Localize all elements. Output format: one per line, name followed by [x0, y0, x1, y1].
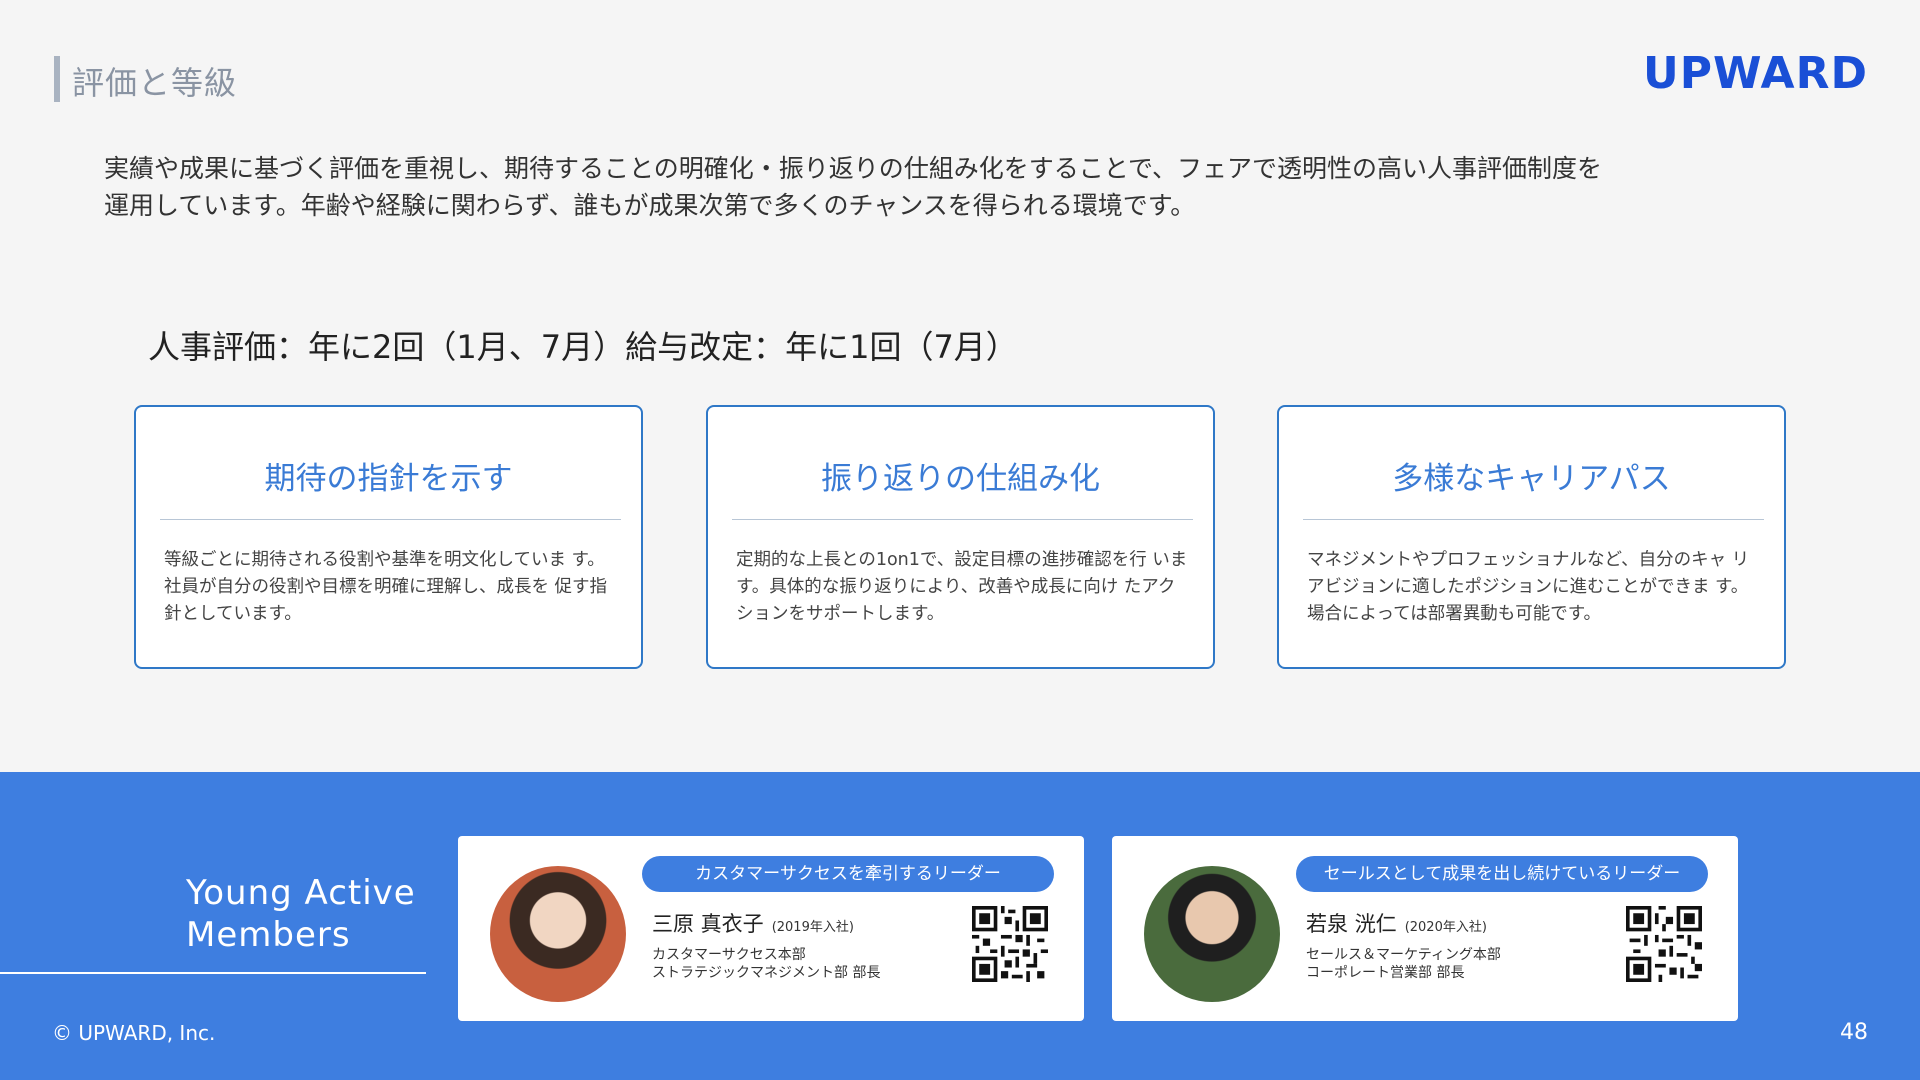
- members-title-line-2: Members: [186, 915, 351, 955]
- member-name: 三原 真衣子: [652, 912, 764, 936]
- member-name-row: 三原 真衣子 (2019年入社): [652, 908, 854, 938]
- member-joined: (2019年入社): [771, 920, 854, 935]
- card-text: マネジメントやプロフェッショナルなど、自分のキャ リアビジョンに適したポジション…: [1307, 550, 1750, 624]
- avatar: [1144, 866, 1280, 1002]
- card-title: 期待の指針を示す: [264, 461, 513, 497]
- card-expectations: 期待の指針を示す 等級ごとに期待される役割や基準を明文化していま す。社員が自分…: [134, 405, 643, 669]
- page-number: 48: [1840, 1020, 1868, 1045]
- copyright: © UPWARD, Inc.: [52, 1021, 216, 1045]
- intro-paragraph: 実績や成果に基づく評価を重視し、期待することの明確化・振り返りの仕組み化をするこ…: [104, 150, 1744, 224]
- card-text: 定期的な上長との1on1で、設定目標の進捗確認を行 います。具体的な振り返りによ…: [736, 550, 1188, 624]
- card-title: 多様なキャリアパス: [1392, 461, 1671, 497]
- section-title-bar: [54, 56, 60, 102]
- intro-line-2: 運用しています。年齢や経験に関わらず、誰もが成果次第で多くのチャンスを得られる環…: [104, 191, 1196, 220]
- member-department: セールス＆マーケティング本部 コーポレート営業部 部長: [1306, 946, 1501, 982]
- member-name: 若泉 洸仁: [1306, 912, 1397, 936]
- members-section-title: Young Active Members: [186, 872, 416, 956]
- member-dept-line-2: コーポレート営業部 部長: [1306, 965, 1465, 981]
- members-title-line-1: Young Active: [186, 873, 416, 913]
- member-dept-line-1: セールス＆マーケティング本部: [1306, 947, 1501, 963]
- card-text: 等級ごとに期待される役割や基準を明文化していま す。社員が自分の役割や目標を明確…: [164, 550, 608, 624]
- member-dept-line-1: カスタマーサクセス本部: [652, 947, 806, 963]
- avatar: [490, 866, 626, 1002]
- member-joined: (2020年入社): [1404, 920, 1487, 935]
- card-review-system: 振り返りの仕組み化 定期的な上長との1on1で、設定目標の進捗確認を行 います。…: [706, 405, 1215, 669]
- member-name-row: 若泉 洸仁 (2020年入社): [1306, 908, 1487, 938]
- members-title-underline: [0, 972, 426, 974]
- member-dept-line-2: ストラテジックマネジメント部 部長: [652, 965, 881, 981]
- card-career-paths: 多様なキャリアパス マネジメントやプロフェッショナルなど、自分のキャ リアビジョ…: [1277, 405, 1786, 669]
- feature-cards: 期待の指針を示す 等級ごとに期待される役割や基準を明文化していま す。社員が自分…: [134, 405, 1786, 669]
- qr-code-icon[interactable]: [972, 906, 1048, 982]
- member-department: カスタマーサクセス本部 ストラテジックマネジメント部 部長: [652, 946, 880, 982]
- upward-logo[interactable]: UPWARD: [1643, 48, 1868, 99]
- section-title: 評価と等級: [72, 64, 238, 102]
- card-title: 振り返りの仕組み化: [821, 461, 1100, 497]
- qr-code-icon[interactable]: [1626, 906, 1702, 982]
- card-divider: [1303, 519, 1764, 520]
- member-card-mihara[interactable]: カスタマーサクセスを牽引するリーダー 三原 真衣子 (2019年入社) カスタマー…: [458, 836, 1084, 1021]
- card-divider: [160, 519, 621, 520]
- evaluation-schedule: 人事評価：年に2回（1月、7月）給与改定：年に1回（7月）: [148, 328, 1018, 366]
- card-divider: [732, 519, 1193, 520]
- member-tagline: セールスとして成果を出し続けているリーダー: [1296, 856, 1708, 892]
- intro-line-1: 実績や成果に基づく評価を重視し、期待することの明確化・振り返りの仕組み化をするこ…: [104, 154, 1603, 183]
- member-card-wakaizumi[interactable]: セールスとして成果を出し続けているリーダー 若泉 洸仁 (2020年入社) セール…: [1112, 836, 1738, 1021]
- member-tagline: カスタマーサクセスを牽引するリーダー: [642, 856, 1054, 892]
